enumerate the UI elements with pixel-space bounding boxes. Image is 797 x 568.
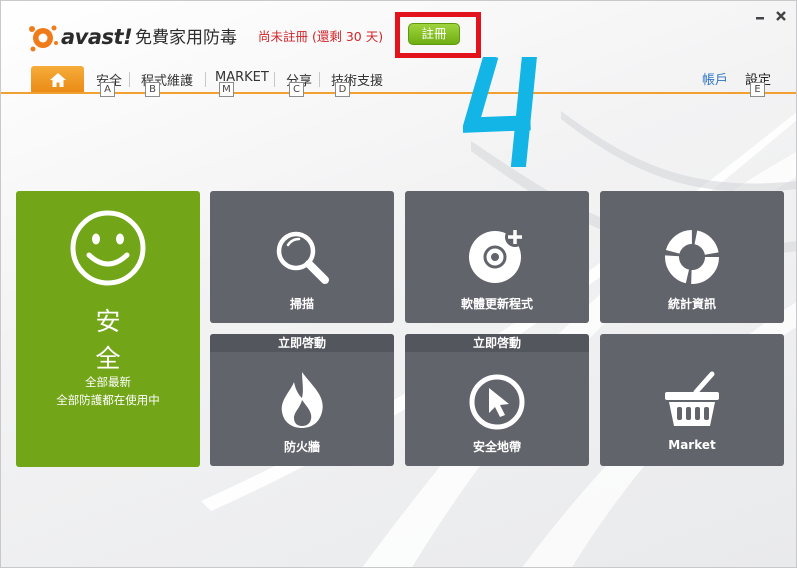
nav-separator: [274, 72, 275, 87]
basket-icon: [665, 371, 719, 426]
status-sub-line2: 全部防護都在使用中: [56, 393, 160, 407]
red-highlight-box: [395, 12, 481, 58]
status-title-line1: 安: [95, 307, 121, 336]
flame-icon: [281, 372, 323, 428]
magnifier-icon: [276, 231, 329, 284]
shortcut-key-b: B: [145, 82, 160, 97]
account-link[interactable]: 帳戶: [702, 69, 728, 88]
activate-now-banner[interactable]: 立即啓動: [210, 334, 394, 352]
software-updater-label: 軟體更新程式: [460, 297, 533, 311]
nav-separator: [129, 72, 130, 87]
shortcut-key-m: M: [219, 82, 234, 97]
avast-logo: avast!: [27, 19, 133, 55]
nav-separator: [205, 72, 206, 87]
statistics-tile[interactable]: 統計資訊: [600, 191, 784, 323]
ring-chart-icon: [665, 230, 719, 284]
shortcut-key-e: E: [750, 82, 765, 97]
market-tile[interactable]: Market: [600, 334, 784, 466]
cursor-circle-icon: [469, 374, 525, 430]
safezone-label: 安全地帶: [472, 440, 521, 454]
status-sub-line1: 全部最新: [85, 375, 131, 389]
shortcut-key-a: A: [100, 82, 115, 97]
safezone-tile[interactable]: 立即啓動 安全地帶: [405, 334, 589, 466]
security-status-tile[interactable]: 安 全 全部最新 全部防護都在使用中: [16, 191, 200, 467]
logo-text: avast!: [61, 25, 133, 49]
smiley-face-icon: [70, 210, 146, 286]
shortcut-key-d: D: [335, 82, 350, 97]
close-icon: [776, 11, 786, 21]
registration-status: 尚未註冊 (還剩 30 天): [258, 29, 384, 44]
handwritten-four-mark: [460, 52, 538, 170]
scan-label: 掃描: [289, 297, 314, 311]
minimize-button[interactable]: [751, 7, 769, 25]
shortcut-key-c: C: [289, 82, 304, 97]
avast-main-window: avast! 免費家用防毒 尚未註冊 (還剩 30 天) 註冊 安全 程式維護 …: [0, 0, 797, 568]
close-button[interactable]: [772, 7, 790, 25]
software-updater-tile[interactable]: 軟體更新程式: [405, 191, 589, 323]
minimize-icon: [756, 17, 764, 20]
step-number-annotation: 4: [460, 52, 545, 170]
statistics-label: 統計資訊: [667, 297, 716, 311]
disc-plus-icon: [469, 227, 525, 283]
firewall-label: 防火牆: [283, 440, 320, 454]
home-icon: [49, 72, 66, 87]
activate-now-banner[interactable]: 立即啓動: [405, 334, 589, 352]
avast-orange-logo-icon: [29, 25, 58, 52]
firewall-tile[interactable]: 立即啓動 防火牆: [210, 334, 394, 466]
home-tab[interactable]: [31, 66, 84, 93]
product-name: 免費家用防毒: [135, 28, 237, 48]
nav-separator: [319, 72, 320, 87]
market-label: Market: [668, 438, 716, 452]
status-title-line2: 全: [95, 344, 121, 373]
nav-underline: [1, 92, 796, 94]
scan-tile[interactable]: 掃描: [210, 191, 394, 323]
